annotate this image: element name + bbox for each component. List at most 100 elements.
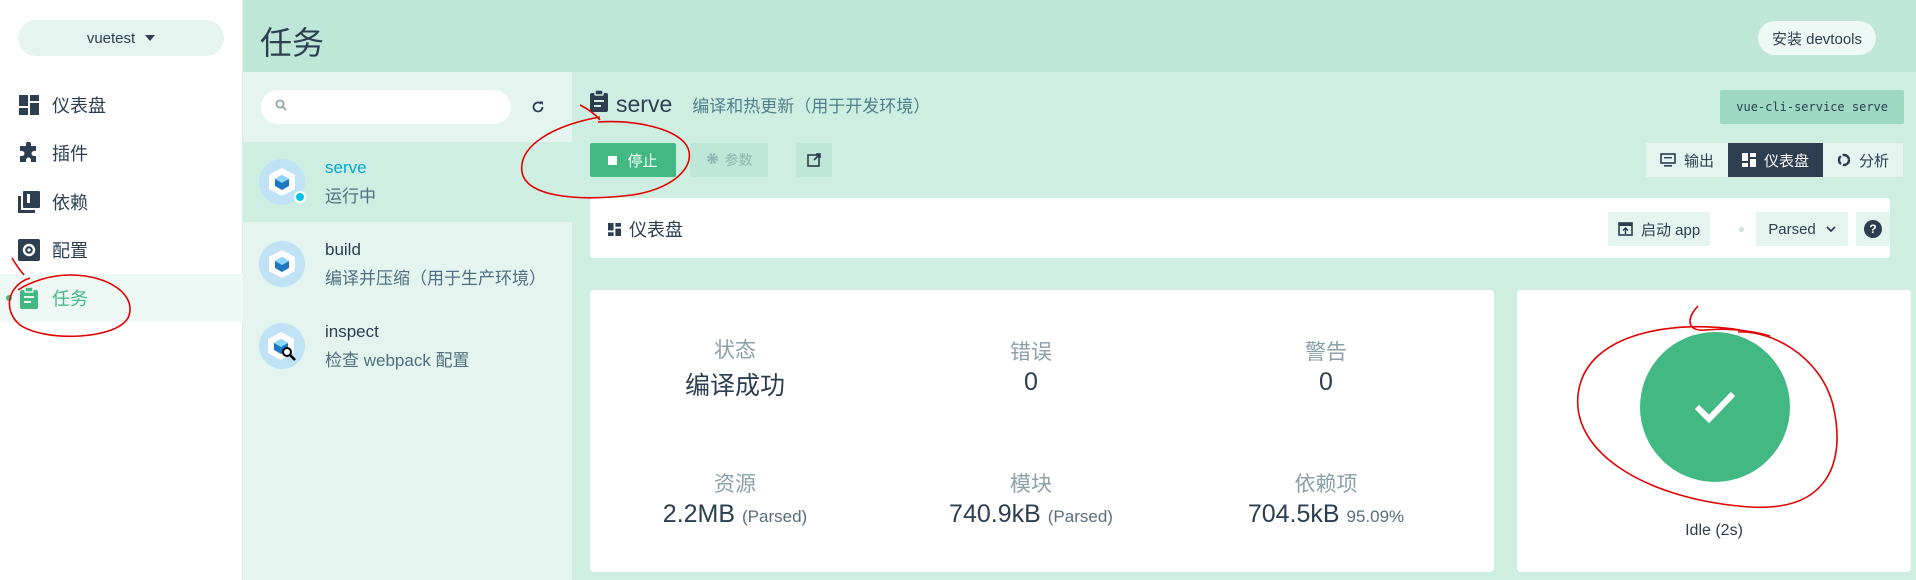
task-description: 编译并压缩（用于生产环境）	[325, 268, 546, 288]
parameters-label: 参数	[724, 152, 753, 168]
nav-item-label: 插件	[52, 144, 88, 164]
nav-item-dashboard[interactable]: 仪表盘	[0, 81, 243, 129]
launch-app-label: 启动 app	[1641, 221, 1701, 239]
stat-note: (Parsed)	[1047, 507, 1113, 526]
task-subtitle: 编译和热更新（用于开发环境）	[692, 97, 931, 116]
help-button[interactable]: ?	[1856, 212, 1890, 246]
task-item-build[interactable]: build 编译并压缩（用于生产环境）	[243, 224, 572, 304]
nav-item-plugins[interactable]: 插件	[0, 129, 243, 177]
tab-label: 输出	[1683, 152, 1714, 170]
task-title: serve	[616, 91, 673, 117]
task-item-serve[interactable]: serve 运行中	[243, 142, 572, 222]
stat-label: 状态	[714, 339, 756, 362]
stat-errors: 错误 0	[886, 336, 1176, 397]
search-icon	[275, 98, 287, 116]
task-header: serve 编译和热更新（用于开发环境）	[590, 89, 931, 118]
chevron-down-icon	[1826, 225, 1836, 232]
search-box[interactable]	[261, 90, 511, 124]
clipboard-icon	[18, 287, 40, 309]
stat-assets: 资源 2.2MB (Parsed)	[590, 468, 880, 529]
success-check-icon	[1640, 332, 1790, 482]
open-external-icon	[807, 153, 821, 167]
task-detail: serve 编译和热更新（用于开发环境） vue-cli-service ser…	[572, 72, 1916, 580]
page-title: 任务	[260, 25, 325, 61]
stat-status: 状态 编译成功	[590, 334, 880, 402]
launch-app-button[interactable]: 启动 app	[1608, 212, 1711, 246]
task-name: serve	[325, 157, 367, 177]
running-indicator	[294, 191, 306, 203]
webpack-icon	[259, 159, 306, 205]
parameters-button[interactable]: 参数	[690, 143, 768, 177]
stat-value-row: 740.9kB (Parsed)	[886, 500, 1176, 529]
stat-value-row: 2.2MB (Parsed)	[590, 500, 880, 529]
nav-item-label: 任务	[52, 289, 88, 309]
nav-item-tasks[interactable]: 任务	[0, 274, 243, 322]
refresh-icon	[532, 101, 544, 113]
size-mode-select[interactable]: Parsed	[1756, 212, 1848, 246]
chevron-down-icon	[145, 35, 156, 41]
nav-item-dependencies[interactable]: 依赖	[0, 178, 243, 226]
dashboard-icon	[608, 222, 621, 236]
separator-dot	[1739, 227, 1744, 232]
task-command: vue-cli-service serve	[1720, 90, 1904, 124]
tab-output[interactable]: 输出	[1645, 143, 1728, 177]
task-item-inspect[interactable]: inspect 检查 webpack 配置	[243, 306, 572, 386]
tab-dashboard[interactable]: 仪表盘	[1727, 143, 1823, 177]
settings-icon	[18, 239, 40, 261]
project-selector[interactable]: vuetest	[18, 20, 224, 56]
stat-value: 740.9kB	[949, 500, 1041, 528]
puzzle-icon	[18, 142, 40, 164]
nav-item-label: 仪表盘	[52, 96, 106, 116]
tab-label: 分析	[1858, 152, 1889, 170]
stat-label: 错误	[1010, 341, 1052, 364]
dashboard-icon	[1741, 153, 1756, 167]
search-input[interactable]	[295, 99, 495, 115]
open-external-button[interactable]	[796, 143, 832, 177]
stop-icon	[608, 155, 618, 165]
watermark: https://blog.csdn.net/qq_41822345	[1679, 553, 1910, 570]
stop-button[interactable]: 停止	[590, 143, 676, 177]
monitor-icon	[1660, 153, 1676, 167]
stat-label: 依赖项	[1294, 473, 1358, 496]
install-devtools-button[interactable]: 安装 devtools	[1757, 21, 1876, 55]
task-description: 运行中	[325, 186, 376, 206]
stat-dependencies: 依赖项 704.5kB 95.09%	[1181, 468, 1471, 529]
header: 任务 安装 devtools	[243, 0, 1916, 72]
build-status-card: Idle (2s)	[1517, 290, 1911, 572]
stat-value: 0	[1319, 368, 1333, 396]
task-description: 检查 webpack 配置	[325, 350, 470, 370]
view-tabs: 输出 仪表盘 分析	[1645, 143, 1903, 177]
stop-label: 停止	[627, 152, 658, 170]
dashboard-label: 仪表盘	[629, 220, 683, 240]
left-nav: vuetest 仪表盘 插件 依赖 配置 任务	[0, 0, 243, 580]
open-in-browser-icon	[1618, 222, 1633, 236]
stat-value: 2.2MB	[662, 500, 736, 528]
task-name: build	[325, 239, 361, 259]
webpack-icon	[259, 241, 305, 287]
stat-warnings: 警告 0	[1181, 336, 1471, 397]
task-name: inspect	[325, 321, 379, 341]
status-text: Idle (2s)	[1685, 522, 1743, 539]
stat-note: 95.09%	[1346, 507, 1405, 526]
library-icon	[18, 191, 40, 213]
webpack-inspect-icon	[259, 323, 305, 369]
dashboard-icon	[18, 94, 40, 116]
stat-label: 警告	[1305, 341, 1347, 364]
stat-label: 模块	[1010, 473, 1052, 496]
stat-value: 编译成功	[684, 372, 785, 400]
refresh-button[interactable]	[525, 94, 551, 120]
size-mode-value: Parsed	[1768, 220, 1816, 238]
stat-note: (Parsed)	[742, 507, 808, 526]
task-list: serve 运行中 build 编译并压缩（用于生产环境） inspect 检查…	[243, 72, 572, 580]
tab-label: 仪表盘	[1763, 152, 1809, 170]
tab-analyzer[interactable]: 分析	[1822, 143, 1903, 177]
stat-value: 704.5kB	[1247, 500, 1340, 528]
stat-modules: 模块 740.9kB (Parsed)	[886, 468, 1176, 529]
build-stats-card: 状态 编译成功 错误 0 警告 0 资源 2.2MB (Parsed) 模块 7…	[590, 290, 1494, 572]
gear-icon	[706, 152, 719, 168]
dashboard-heading: 仪表盘	[608, 216, 683, 242]
nav-item-label: 依赖	[52, 193, 88, 213]
nav-item-config[interactable]: 配置	[0, 226, 243, 274]
donut-chart-icon	[1837, 153, 1851, 167]
stat-value-row: 704.5kB 95.09%	[1181, 500, 1471, 529]
